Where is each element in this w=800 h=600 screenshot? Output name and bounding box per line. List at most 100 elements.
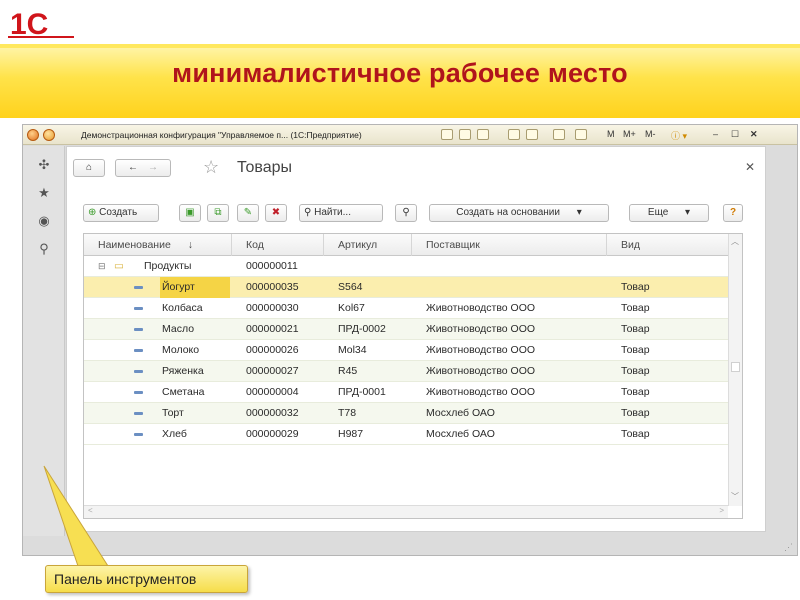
item-icon xyxy=(134,391,143,394)
table-cell-kind: Товар xyxy=(621,323,650,335)
table-cell-name: Ряженка xyxy=(162,365,204,377)
find-button[interactable]: ⚲ Найти... xyxy=(299,204,383,222)
copy-icon: ⧉ xyxy=(214,207,222,218)
memory-m-minus[interactable]: M- xyxy=(645,129,656,139)
edit-button[interactable]: ✎ xyxy=(237,204,259,222)
sort-indicator: ↓ xyxy=(187,239,193,251)
history-list-icon[interactable] xyxy=(526,129,538,140)
scroll-up-icon[interactable]: ︿ xyxy=(731,236,739,247)
table-header: Наименование ↓ Код Артикул Поставщик Вид xyxy=(84,234,728,256)
home-icon: ⌂ xyxy=(85,162,93,173)
copy-button[interactable]: ⧉ xyxy=(207,204,229,222)
back-icon[interactable]: ← xyxy=(128,162,138,173)
table-row[interactable]: Торт 000000032 T78 Мосхлеб ОАО Товар xyxy=(84,403,728,424)
table-row[interactable]: Сметана 000000004 ПРД-0001 Животноводство О… xyxy=(84,382,728,403)
horizontal-scrollbar[interactable]: < > xyxy=(84,505,728,518)
close-window-icon[interactable]: ✕ xyxy=(750,129,758,140)
table-cell-supplier: Животноводство ООО xyxy=(426,302,536,314)
table-row[interactable]: Колбаса 000000030 Kol67 Животноводство ООО Т… xyxy=(84,298,728,319)
close-form-icon[interactable]: ✕ xyxy=(745,160,755,174)
forward-icon[interactable]: → xyxy=(148,162,158,173)
scroll-thumb[interactable] xyxy=(731,362,740,372)
create-button[interactable]: ⊕ Создать xyxy=(83,204,159,222)
clear-find-icon: ⚲ xyxy=(402,207,410,218)
collapse-icon[interactable]: ⊟ xyxy=(98,256,106,277)
scroll-right-icon[interactable]: > xyxy=(719,506,724,515)
memory-m[interactable]: M xyxy=(607,129,615,139)
app-menu-icon[interactable] xyxy=(27,129,39,141)
table-row-group[interactable]: ⊟ ▭ Продукты 000000011 xyxy=(84,256,728,277)
table-cell-kind: Товар xyxy=(621,407,650,419)
folder-add-icon: ▣ xyxy=(185,207,195,218)
table-cell-code: 000000004 xyxy=(246,386,299,398)
scroll-left-icon[interactable]: < xyxy=(88,506,93,515)
table-cell-code: 000000021 xyxy=(246,323,299,335)
delete-button[interactable]: ✖ xyxy=(265,204,287,222)
resize-grip-icon[interactable]: ⋰ xyxy=(784,542,793,553)
minimize-icon[interactable]: – xyxy=(713,129,718,139)
info-icon[interactable]: ⓘ ▾ xyxy=(671,129,687,142)
menu-icon[interactable]: ✣ xyxy=(37,158,51,172)
star-icon[interactable]: ★ xyxy=(37,186,51,200)
goods-table[interactable]: Наименование ↓ Код Артикул Поставщик Вид… xyxy=(83,233,743,519)
add-folder-button[interactable]: ▣ xyxy=(179,204,201,222)
create-based-on-button[interactable]: Создать на основании ▾ xyxy=(429,204,609,222)
memory-m-plus[interactable]: M+ xyxy=(623,129,636,139)
table-cell-kind: Товар xyxy=(621,302,650,314)
group-code: 000000011 xyxy=(246,260,298,272)
scroll-down-icon[interactable]: ﹀ xyxy=(731,491,739,502)
history-icon[interactable]: ◉ xyxy=(37,214,51,228)
table-cell-code: 000000029 xyxy=(246,428,299,440)
table-cell-kind: Товар xyxy=(621,281,650,293)
delete-icon: ✖ xyxy=(271,207,281,218)
table-row[interactable]: Молоко 000000026 Mol34 Животноводство ООО То… xyxy=(84,340,728,361)
app-window: Демонстрационная конфигурация "Управляем… xyxy=(22,124,798,556)
vertical-scrollbar[interactable]: ︿ ﹀ xyxy=(728,234,742,506)
table-cell-name: Молоко xyxy=(162,344,200,356)
table-row[interactable]: Йогурт 000000035 S564 Товар xyxy=(84,277,728,298)
table-cell-name: Масло xyxy=(162,323,195,335)
table-cell-name: Йогурт xyxy=(160,277,230,298)
column-header-kind[interactable]: Вид xyxy=(607,234,728,256)
more-button[interactable]: Еще ▾ xyxy=(629,204,709,222)
print-icon[interactable] xyxy=(459,129,471,140)
favorite-star-icon[interactable]: ☆ xyxy=(203,157,219,178)
table-cell-article: R45 xyxy=(338,365,358,377)
table-cell-supplier: Животноводство ООО xyxy=(426,323,536,335)
favorites-icon[interactable] xyxy=(508,129,520,140)
edit-icon: ✎ xyxy=(243,207,253,218)
item-icon xyxy=(134,328,143,331)
preview-icon[interactable] xyxy=(477,129,489,140)
group-name: Продукты xyxy=(144,260,192,272)
folder-icon: ▭ xyxy=(114,260,124,272)
clear-find-button[interactable]: ⚲ xyxy=(395,204,417,222)
table-cell-article: Kol67 xyxy=(338,302,365,314)
home-button[interactable]: ⌂ xyxy=(73,159,105,177)
table-cell-kind: Товар xyxy=(621,428,650,440)
help-button[interactable]: ? xyxy=(723,204,743,222)
table-row[interactable]: Масло 000000021 ПРД-0002 Животноводство ООО… xyxy=(84,319,728,340)
main-menu-icon[interactable] xyxy=(43,129,55,141)
calendar-icon[interactable] xyxy=(575,129,587,140)
column-header-supplier[interactable]: Поставщик xyxy=(412,234,607,256)
maximize-icon[interactable]: ☐ xyxy=(731,129,739,140)
table-cell-supplier: Животноводство ООО xyxy=(426,386,536,398)
column-header-name[interactable]: Наименование ↓ xyxy=(84,234,232,256)
table-cell-code: 000000027 xyxy=(246,365,299,377)
table-cell-kind: Товар xyxy=(621,365,650,377)
nav-buttons: ← → xyxy=(115,159,171,177)
table-row[interactable]: Хлеб 000000029 H987 Мосхлеб ОАО Товар xyxy=(84,424,728,445)
1c-logo: 1С xyxy=(8,8,74,38)
column-header-code[interactable]: Код xyxy=(232,234,324,256)
form-panel: ⌂ ← → ☆ Товары ✕ ⊕ Создать ▣ ⧉ ✎ ✖ ⚲ Найт… xyxy=(66,146,766,532)
search-icon[interactable]: ⚲ xyxy=(37,242,51,256)
column-header-article[interactable]: Артикул xyxy=(324,234,412,256)
table-cell-name: Торт xyxy=(162,407,184,419)
calculator-icon[interactable] xyxy=(553,129,565,140)
dropdown-icon: ▾ xyxy=(576,207,582,218)
tools-panel: ✣ ★ ◉ ⚲ xyxy=(23,146,65,536)
table-row[interactable]: Ряженка 000000027 R45 Животноводство ООО Тов… xyxy=(84,361,728,382)
help-icon: ? xyxy=(729,207,737,218)
item-icon xyxy=(134,286,143,289)
save-icon[interactable] xyxy=(441,129,453,140)
